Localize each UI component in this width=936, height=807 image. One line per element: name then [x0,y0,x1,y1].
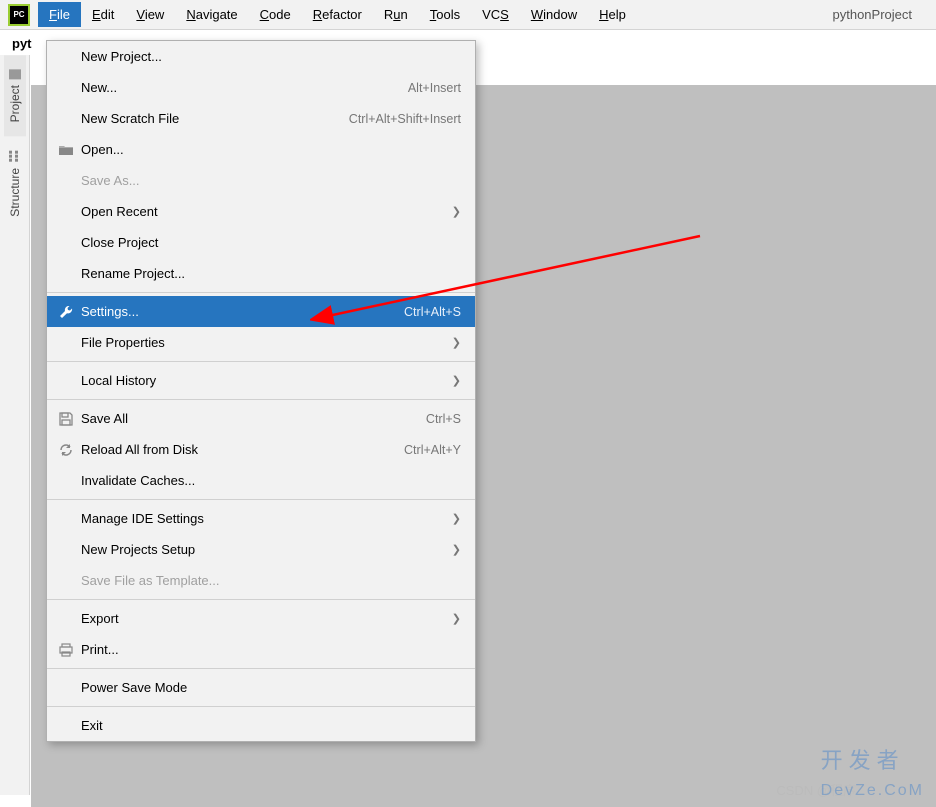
menu-navigate[interactable]: Navigate [175,2,248,27]
menu-edit[interactable]: Edit [81,2,125,27]
menu-item-save-file-as-template: Save File as Template... [47,565,475,596]
menu-item-reload-all-from-disk[interactable]: Reload All from DiskCtrl+Alt+Y [47,434,475,465]
menu-item-label: Settings... [77,304,404,319]
project-name: pythonProject [833,7,936,22]
sidebar-tab-project[interactable]: Project [4,55,26,136]
pycharm-logo-icon: PC [8,4,30,26]
menu-refactor[interactable]: Refactor [302,2,373,27]
menu-item-label: New Scratch File [77,111,349,126]
printer-icon [55,643,77,657]
menu-item-label: Save File as Template... [77,573,461,588]
menu-item-label: New Project... [77,49,461,64]
menu-separator [47,599,475,600]
menu-shortcut: Alt+Insert [408,81,461,95]
menu-shortcut: Ctrl+Alt+Shift+Insert [349,112,461,126]
menu-item-open[interactable]: Open... [47,134,475,165]
chevron-right-icon: ❯ [452,205,461,218]
menu-item-label: Save As... [77,173,461,188]
menu-item-save-as: Save As... [47,165,475,196]
menu-separator [47,706,475,707]
menu-item-open-recent[interactable]: Open Recent❯ [47,196,475,227]
menu-item-local-history[interactable]: Local History❯ [47,365,475,396]
menu-item-print[interactable]: Print... [47,634,475,665]
menu-item-save-all[interactable]: Save AllCtrl+S [47,403,475,434]
menu-item-new-projects-setup[interactable]: New Projects Setup❯ [47,534,475,565]
menu-item-label: Exit [77,718,461,733]
menu-item-label: Local History [77,373,452,388]
menu-item-label: New Projects Setup [77,542,452,557]
wrench-icon [55,305,77,319]
menu-item-invalidate-caches[interactable]: Invalidate Caches... [47,465,475,496]
menu-item-file-properties[interactable]: File Properties❯ [47,327,475,358]
menu-item-exit[interactable]: Exit [47,710,475,741]
menu-shortcut: Ctrl+S [426,412,461,426]
menu-file[interactable]: File [38,2,81,27]
menu-item-label: File Properties [77,335,452,350]
menu-item-label: Open Recent [77,204,452,219]
menu-item-new-scratch-file[interactable]: New Scratch FileCtrl+Alt+Shift+Insert [47,103,475,134]
menu-item-power-save-mode[interactable]: Power Save Mode [47,672,475,703]
menu-item-label: Print... [77,642,461,657]
menu-separator [47,292,475,293]
menu-separator [47,361,475,362]
menu-item-label: Manage IDE Settings [77,511,452,526]
menu-item-label: Close Project [77,235,461,250]
menu-shortcut: Ctrl+Alt+S [404,305,461,319]
menu-item-settings[interactable]: Settings...Ctrl+Alt+S [47,296,475,327]
menu-item-label: Reload All from Disk [77,442,404,457]
folder-icon [9,69,21,79]
menu-view[interactable]: View [125,2,175,27]
menu-shortcut: Ctrl+Alt+Y [404,443,461,457]
menu-item-label: New... [77,80,408,95]
reload-icon [55,443,77,457]
menu-separator [47,399,475,400]
chevron-right-icon: ❯ [452,543,461,556]
folder-icon [55,144,77,156]
chevron-right-icon: ❯ [452,336,461,349]
menu-item-label: Power Save Mode [77,680,461,695]
menu-separator [47,668,475,669]
structure-icon [9,150,21,162]
menu-separator [47,499,475,500]
menu-item-label: Export [77,611,452,626]
chevron-right-icon: ❯ [452,612,461,625]
menu-item-label: Save All [77,411,426,426]
menu-vcs[interactable]: VCS [471,2,520,27]
chevron-right-icon: ❯ [452,374,461,387]
menu-item-label: Invalidate Caches... [77,473,461,488]
menu-item-manage-ide-settings[interactable]: Manage IDE Settings❯ [47,503,475,534]
menu-item-new-project[interactable]: New Project... [47,41,475,72]
chevron-right-icon: ❯ [452,512,461,525]
menu-item-rename-project[interactable]: Rename Project... [47,258,475,289]
menu-item-export[interactable]: Export❯ [47,603,475,634]
sidebar-tab-structure[interactable]: Structure [4,136,26,231]
menu-tools[interactable]: Tools [419,2,471,27]
watermark: 开发者 DevZe.CoM [821,743,924,801]
menu-help[interactable]: Help [588,2,637,27]
menu-item-label: Open... [77,142,461,157]
left-toolbar: Project Structure [0,55,30,795]
menubar: PC FileEditViewNavigateCodeRefactorRunTo… [0,0,936,30]
menu-window[interactable]: Window [520,2,588,27]
menu-item-new[interactable]: New...Alt+Insert [47,72,475,103]
menu-item-label: Rename Project... [77,266,461,281]
menu-run[interactable]: Run [373,2,419,27]
menu-code[interactable]: Code [249,2,302,27]
file-menu-dropdown: New Project...New...Alt+InsertNew Scratc… [46,40,476,742]
menu-item-close-project[interactable]: Close Project [47,227,475,258]
save-icon [55,412,77,426]
